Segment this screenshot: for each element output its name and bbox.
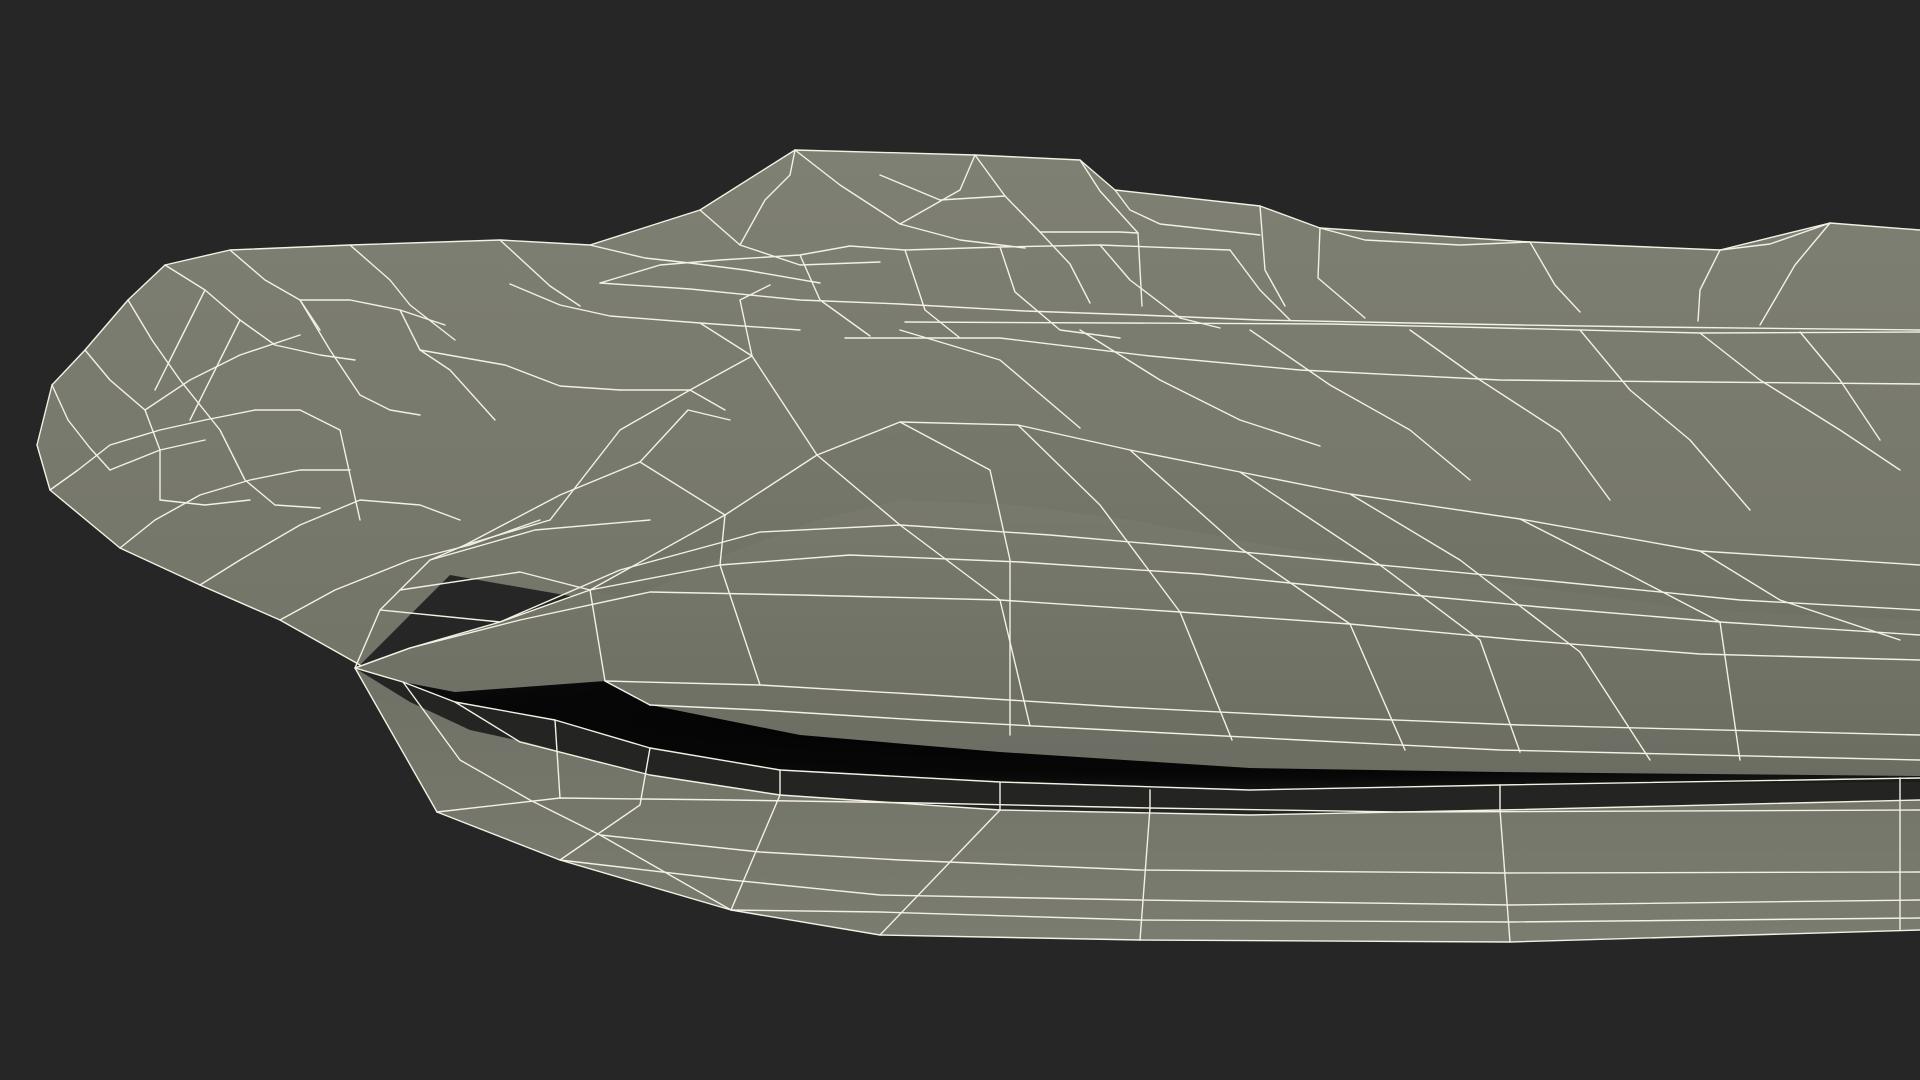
wireframe-mesh-render: [36, 149, 1920, 943]
3d-viewport: [0, 0, 1920, 1080]
